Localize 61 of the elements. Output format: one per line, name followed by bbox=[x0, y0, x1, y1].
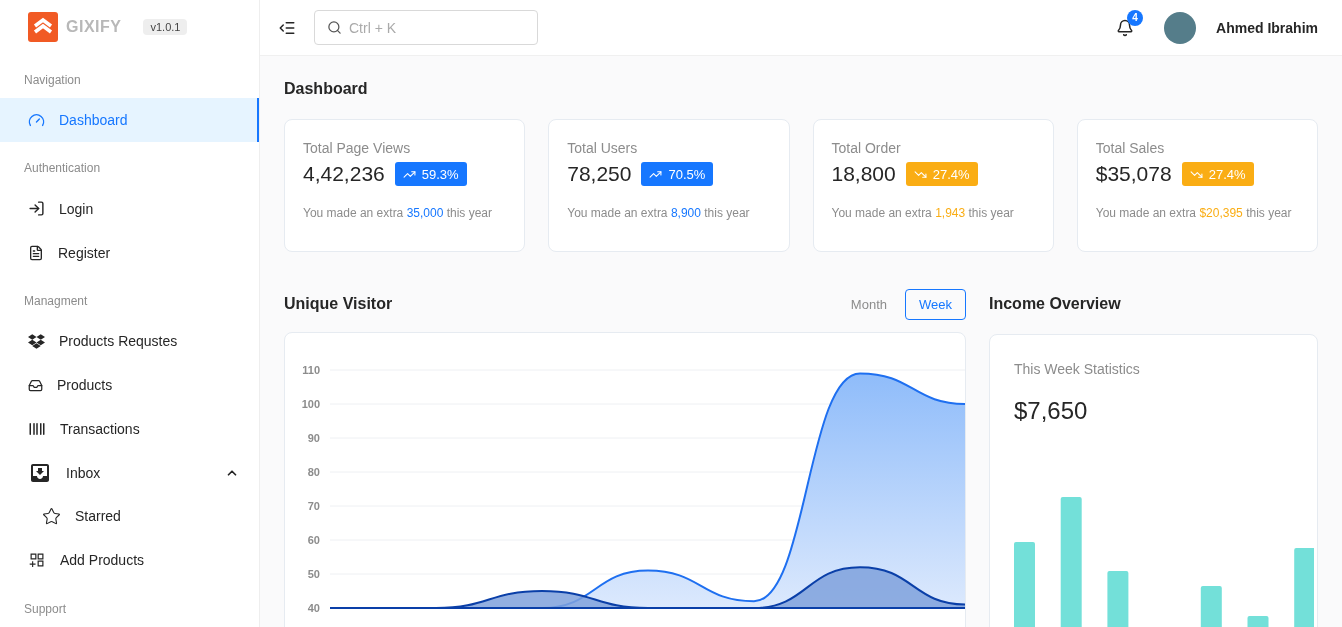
section-title: Managment bbox=[24, 294, 88, 308]
section-title: Navigation bbox=[24, 72, 81, 87]
axis-label: 90 bbox=[307, 432, 320, 444]
income-value: $7,650 bbox=[1014, 397, 1089, 425]
sidebar-item[interactable]: Products bbox=[0, 363, 259, 407]
trend-badge: 27.4% bbox=[905, 162, 978, 186]
bar bbox=[1247, 616, 1269, 627]
axis-label: 50 bbox=[307, 568, 320, 580]
sidebar-item[interactable]: Login bbox=[0, 186, 259, 231]
logo-icon bbox=[28, 11, 58, 42]
search-field[interactable]: Ctrl + K bbox=[314, 10, 538, 45]
sidebar-item[interactable]: Inbox bbox=[0, 450, 259, 495]
stat-label: Total Sales bbox=[1095, 140, 1166, 156]
stat-value: $35,078 bbox=[1095, 162, 1172, 186]
axis-label: 70 bbox=[307, 500, 320, 512]
gauge-icon bbox=[28, 111, 45, 129]
axis-label: 110 bbox=[302, 364, 320, 376]
stat-label: Total Order bbox=[831, 140, 902, 156]
stat-note: You made an extra $20,395 this year bbox=[1095, 206, 1293, 220]
avatar[interactable] bbox=[1164, 11, 1197, 44]
section-title: Income Overview bbox=[989, 295, 1121, 313]
period-tab[interactable]: Week bbox=[905, 288, 966, 320]
sidebar-item[interactable]: Products Requstes bbox=[0, 319, 259, 364]
sidebar-item[interactable]: Starred bbox=[0, 494, 259, 539]
document-list-icon bbox=[28, 244, 44, 261]
trend-badge: 70.5% bbox=[641, 162, 714, 186]
bar bbox=[1200, 586, 1222, 627]
stat-note: You made an extra 8,900 this year bbox=[567, 206, 751, 220]
search-icon bbox=[327, 20, 342, 35]
stat-label: Total Users bbox=[567, 140, 639, 156]
axis-label: 100 bbox=[301, 398, 320, 410]
grid-plus-icon bbox=[28, 551, 46, 570]
section-title: Unique Visitor bbox=[284, 295, 393, 313]
sidebar-item[interactable]: Add Products bbox=[0, 538, 259, 583]
star-icon bbox=[42, 506, 61, 526]
trend-badge: 59.3% bbox=[394, 162, 467, 186]
stat-note: You made an extra 1,943 this year bbox=[831, 206, 1015, 220]
axis-label: 40 bbox=[307, 602, 320, 614]
stat-value: 4,42,236 bbox=[303, 162, 385, 186]
brand-name: GIXIFY bbox=[66, 17, 122, 36]
boxes-icon bbox=[28, 332, 45, 350]
notification-badge: 4 bbox=[1127, 9, 1144, 26]
sidebar-item[interactable]: Register bbox=[0, 230, 259, 275]
tray-icon bbox=[28, 377, 43, 393]
stat-value: 78,250 bbox=[567, 162, 632, 186]
login-arrow-icon bbox=[28, 200, 45, 218]
sidebar-item[interactable]: Dashboard bbox=[0, 98, 259, 142]
section-title: Support bbox=[24, 601, 67, 616]
axis-label: 60 bbox=[307, 534, 320, 546]
stat-label: Total Page Views bbox=[303, 140, 412, 156]
axis-label: 80 bbox=[307, 466, 320, 478]
bar bbox=[1107, 571, 1129, 627]
trend-badge: 27.4% bbox=[1181, 162, 1254, 186]
user-name[interactable]: Ahmed Ibrahim bbox=[1216, 19, 1318, 36]
section-title: Authentication bbox=[24, 161, 101, 176]
sidebar-item[interactable]: Transactions bbox=[0, 407, 259, 451]
stat-note: You made an extra 35,000 this year bbox=[303, 206, 494, 220]
version-badge: v1.0.1 bbox=[143, 18, 188, 35]
income-subtitle: This Week Statistics bbox=[1014, 361, 1141, 377]
stat-value: 18,800 bbox=[831, 162, 896, 186]
page-title: Dashboard bbox=[284, 80, 369, 98]
